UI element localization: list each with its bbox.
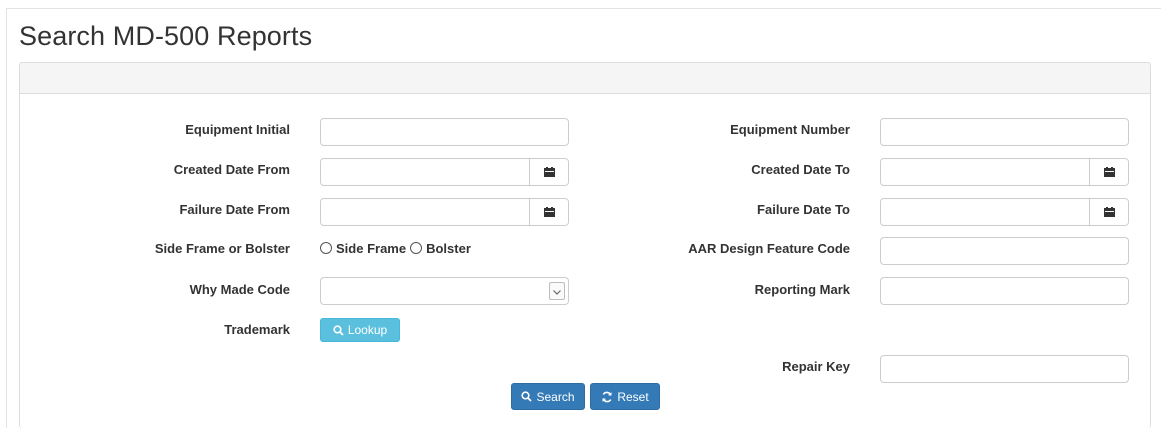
aar-design-feature-code-input[interactable] [880, 237, 1129, 265]
calendar-icon [1103, 207, 1115, 217]
reset-button-label: Reset [617, 389, 649, 404]
panel-heading [20, 63, 1150, 94]
equipment-initial-label: Equipment Initial [185, 122, 290, 137]
frame-top-border [6, 8, 1161, 9]
trademark-lookup-label: Lookup [347, 323, 388, 337]
reset-button[interactable]: Reset [590, 383, 660, 410]
reporting-mark-input[interactable] [880, 277, 1129, 305]
trademark-lookup-button[interactable]: Lookup [320, 318, 400, 342]
repair-key-input[interactable] [880, 355, 1129, 383]
calendar-button[interactable] [1089, 199, 1128, 225]
failure-date-to-label: Failure Date To [757, 202, 850, 217]
created-date-to-field[interactable] [880, 158, 1129, 186]
failure-date-from-label: Failure Date From [179, 202, 290, 217]
search-icon [521, 391, 533, 402]
created-date-from-field[interactable] [320, 158, 569, 186]
equipment-initial-input[interactable] [320, 118, 569, 146]
created-date-to-label: Created Date To [751, 162, 850, 177]
search-icon [333, 324, 344, 336]
refresh-icon [601, 391, 613, 403]
why-made-code-label: Why Made Code [189, 282, 290, 297]
aar-design-feature-code-label: AAR Design Feature Code [688, 241, 850, 256]
why-made-code-select[interactable] [320, 277, 569, 305]
created-date-from-label: Created Date From [173, 162, 290, 177]
reporting-mark-label: Reporting Mark [754, 282, 850, 297]
calendar-button[interactable] [529, 159, 568, 185]
side-frame-or-bolster-label: Side Frame or Bolster [154, 241, 290, 256]
side-frame-or-bolster-radio-group: Side Frame Bolster [320, 239, 475, 257]
failure-date-from-field[interactable] [320, 198, 569, 226]
calendar-icon [543, 207, 555, 217]
trademark-label: Trademark [224, 322, 290, 337]
equipment-number-input[interactable] [880, 118, 1129, 146]
failure-date-to-field[interactable] [880, 198, 1129, 226]
search-button[interactable]: Search [511, 383, 585, 410]
side-frame-radio-label[interactable]: Side Frame [336, 241, 406, 256]
repair-key-label: Repair Key [782, 359, 850, 374]
select-arrow[interactable] [549, 282, 565, 300]
equipment-number-label: Equipment Number [730, 122, 850, 137]
bolster-radio[interactable] [410, 242, 423, 254]
calendar-icon [543, 167, 555, 177]
page-title: Search MD-500 Reports [19, 21, 313, 51]
side-frame-radio[interactable] [320, 242, 332, 254]
calendar-button[interactable] [1089, 159, 1128, 185]
frame-left-border [6, 8, 7, 428]
search-button-label: Search [536, 389, 575, 404]
bolster-radio-label[interactable]: Bolster [426, 241, 471, 256]
calendar-icon [1103, 167, 1115, 177]
calendar-button[interactable] [529, 199, 568, 225]
chevron-down-icon [553, 282, 561, 300]
